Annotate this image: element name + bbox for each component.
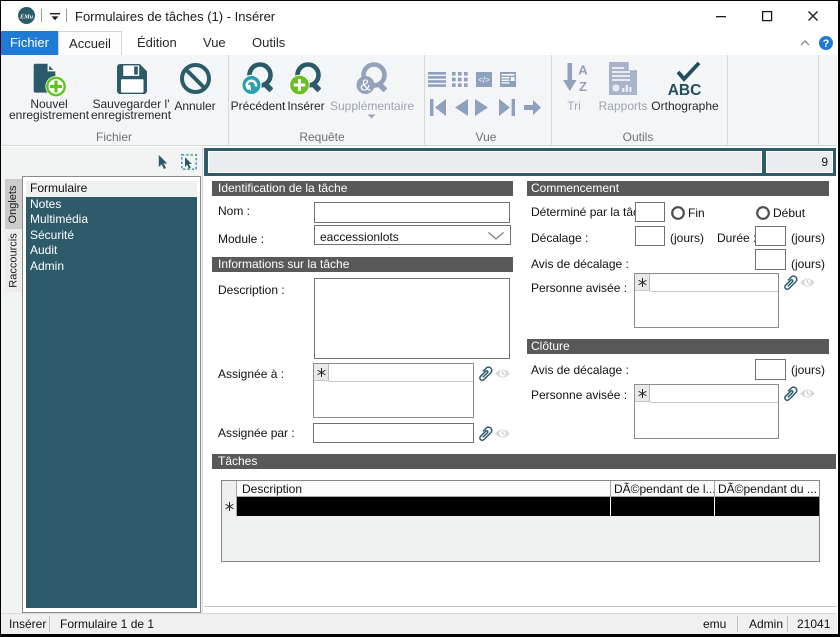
svg-text:</>: </> [478,76,490,85]
svg-text:ABC: ABC [668,82,702,95]
svg-text:?: ? [823,38,830,50]
svg-text:A: A [578,63,588,78]
svg-text:EMu: EMu [19,13,34,20]
svg-text:&: & [360,78,371,95]
svg-text:Z: Z [579,79,587,93]
